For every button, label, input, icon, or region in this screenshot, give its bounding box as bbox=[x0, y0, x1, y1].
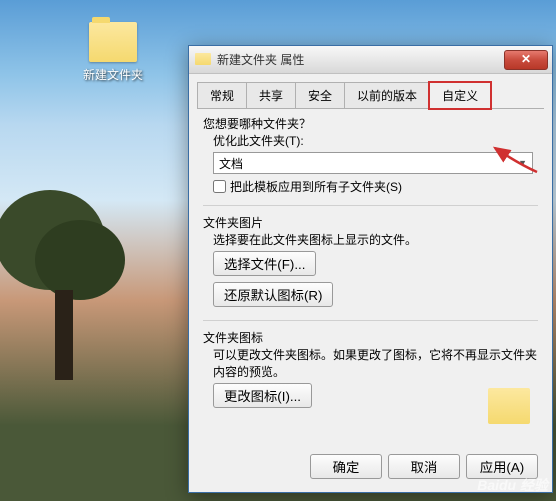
optimize-dropdown[interactable]: 文档 ▼ bbox=[213, 152, 533, 174]
folder-picture-header: 文件夹图片 bbox=[203, 214, 538, 231]
tab-security[interactable]: 安全 bbox=[295, 82, 345, 108]
titlebar[interactable]: 新建文件夹 属性 ✕ bbox=[189, 46, 552, 74]
titlebar-folder-icon bbox=[195, 53, 211, 65]
dialog-title: 新建文件夹 属性 bbox=[217, 51, 504, 68]
tab-previous-versions[interactable]: 以前的版本 bbox=[344, 82, 430, 108]
separator bbox=[203, 320, 538, 321]
separator bbox=[203, 205, 538, 206]
apply-subfolders-row[interactable]: 把此模板应用到所有子文件夹(S) bbox=[213, 178, 538, 195]
optimize-question: 您想要哪种文件夹？ bbox=[203, 115, 538, 132]
optimize-label: 优化此文件夹(T): bbox=[213, 132, 538, 149]
desktop-folder-icon[interactable]: 新建文件夹 bbox=[78, 22, 148, 83]
folder-icon bbox=[89, 22, 137, 62]
wallpaper-tree bbox=[0, 180, 140, 380]
folder-icon-header: 文件夹图标 bbox=[203, 329, 538, 346]
choose-file-button[interactable]: 选择文件(F)... bbox=[213, 251, 316, 276]
folder-picture-desc: 选择要在此文件夹图标上显示的文件。 bbox=[213, 231, 538, 248]
close-button[interactable]: ✕ bbox=[504, 50, 548, 70]
tab-customize[interactable]: 自定义 bbox=[429, 82, 491, 109]
cancel-button[interactable]: 取消 bbox=[388, 454, 460, 479]
tab-sharing[interactable]: 共享 bbox=[246, 82, 296, 108]
icon-preview bbox=[488, 388, 530, 424]
ok-button[interactable]: 确定 bbox=[310, 454, 382, 479]
change-icon-button[interactable]: 更改图标(I)... bbox=[213, 383, 312, 408]
folder-icon-desc: 可以更改文件夹图标。如果更改了图标，它将不再显示文件夹内容的预览。 bbox=[213, 346, 538, 380]
chevron-down-icon: ▼ bbox=[518, 158, 527, 168]
apply-subfolders-checkbox[interactable] bbox=[213, 180, 226, 193]
tab-general[interactable]: 常规 bbox=[197, 82, 247, 108]
desktop-folder-label: 新建文件夹 bbox=[78, 66, 148, 83]
optimize-value: 文档 bbox=[219, 155, 518, 172]
properties-dialog: 新建文件夹 属性 ✕ 常规 共享 安全 以前的版本 自定义 您想要哪种文件夹？ … bbox=[188, 45, 553, 493]
apply-subfolders-label: 把此模板应用到所有子文件夹(S) bbox=[230, 178, 402, 195]
tab-content: 您想要哪种文件夹？ 优化此文件夹(T): 文档 ▼ 把此模板应用到所有子文件夹(… bbox=[189, 109, 552, 440]
watermark: Baidu 经验 bbox=[477, 475, 548, 495]
tab-strip: 常规 共享 安全 以前的版本 自定义 bbox=[197, 82, 544, 109]
restore-default-button[interactable]: 还原默认图标(R) bbox=[213, 282, 333, 307]
